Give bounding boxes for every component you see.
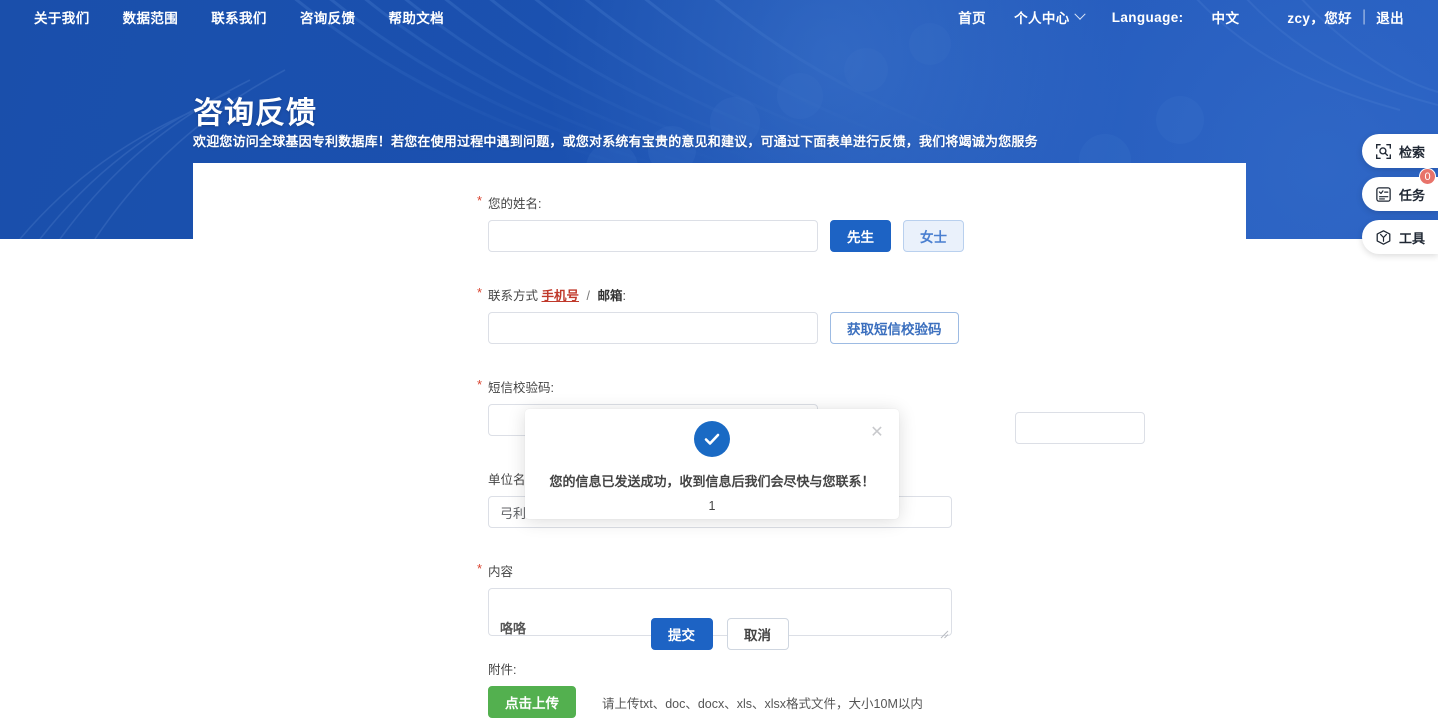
- contact-label-colon: :: [622, 289, 625, 303]
- nav-left-group: 关于我们 数据范围 联系我们 咨询反馈 帮助文档: [34, 7, 444, 27]
- contact-row: 获取短信校验码: [488, 312, 1088, 344]
- language-label: Language:: [1112, 10, 1184, 25]
- nav-divider: |: [1362, 8, 1366, 26]
- name-label: 您的姓名:: [488, 193, 1088, 212]
- name-input[interactable]: [488, 220, 818, 252]
- contact-tab-phone[interactable]: 手机号: [542, 289, 580, 303]
- nav-item-contact[interactable]: 联系我们: [211, 7, 267, 27]
- top-navigation: 关于我们 数据范围 联系我们 咨询反馈 帮助文档 首页 个人中心 Languag…: [0, 0, 1438, 34]
- nav-item-about[interactable]: 关于我们: [34, 7, 90, 27]
- logout-button[interactable]: 退出: [1376, 7, 1404, 27]
- cancel-button[interactable]: 取消: [727, 618, 789, 650]
- nav-right-group: 首页 个人中心 Language: 中文 zcy，您好 | 退出: [930, 7, 1404, 27]
- search-scan-icon: [1375, 143, 1392, 160]
- company-secondary-input[interactable]: [1015, 412, 1145, 444]
- task-list-icon: [1375, 186, 1392, 203]
- get-sms-code-button[interactable]: 获取短信校验码: [830, 312, 959, 344]
- modal-sub-text: 1: [525, 499, 899, 513]
- task-badge: 0: [1419, 168, 1436, 185]
- field-name: 您的姓名: 先生 女士: [488, 193, 1088, 252]
- attachment-row: 点击上传 请上传txt、doc、docx、xls、xlsx格式文件，大小10M以…: [488, 686, 1088, 718]
- spacer: [488, 528, 1088, 561]
- modal-message: 您的信息已发送成功，收到信息后我们会尽快与您联系！: [525, 471, 899, 490]
- floating-toolbar: 检索 0 任务 工具: [1352, 134, 1438, 254]
- float-label-tools: 工具: [1399, 228, 1425, 247]
- success-check-icon: [694, 421, 730, 457]
- gender-ms-button[interactable]: 女士: [903, 220, 964, 252]
- name-row: 先生 女士: [488, 220, 1088, 252]
- float-button-task[interactable]: 0 任务: [1362, 177, 1438, 211]
- user-center-label: 个人中心: [1014, 7, 1070, 27]
- gender-mr-button[interactable]: 先生: [830, 220, 891, 252]
- content-label: 内容: [488, 561, 1088, 580]
- page-subtitle: 欢迎您访问全球基因专利数据库！若您在使用过程中遇到问题，或您对系统有宝贵的意见和…: [193, 131, 1038, 150]
- success-modal: ✕ 您的信息已发送成功，收到信息后我们会尽快与您联系！ 1: [525, 409, 899, 519]
- field-contact: 联系方式 手机号 / 邮箱: 获取短信校验码: [488, 285, 1088, 344]
- page-title: 咨询反馈: [193, 88, 317, 132]
- float-label-search: 检索: [1399, 142, 1425, 161]
- contact-label: 联系方式 手机号 / 邮箱:: [488, 285, 1088, 304]
- contact-input[interactable]: [488, 312, 818, 344]
- chevron-down-icon: [1074, 9, 1085, 20]
- upload-button[interactable]: 点击上传: [488, 686, 576, 718]
- spacer: [488, 252, 1088, 285]
- submit-button[interactable]: 提交: [651, 618, 713, 650]
- page-root: 关于我们 数据范围 联系我们 咨询反馈 帮助文档 首页 个人中心 Languag…: [0, 0, 1438, 718]
- user-greeting: zcy，您好: [1287, 7, 1352, 27]
- contact-label-slash: /: [587, 289, 590, 303]
- check-glyph: [701, 428, 723, 450]
- nav-item-user-center[interactable]: 个人中心: [1014, 7, 1084, 27]
- close-icon[interactable]: ✕: [869, 425, 885, 441]
- spacer: [488, 344, 1088, 377]
- nav-item-help[interactable]: 帮助文档: [388, 7, 444, 27]
- float-label-task: 任务: [1399, 185, 1425, 204]
- contact-label-prefix: 联系方式: [488, 289, 538, 303]
- contact-tab-email[interactable]: 邮箱: [597, 289, 622, 303]
- nav-item-data-scope[interactable]: 数据范围: [123, 7, 179, 27]
- float-button-search[interactable]: 检索: [1362, 134, 1438, 168]
- nav-item-feedback[interactable]: 咨询反馈: [300, 7, 356, 27]
- attachment-hint: 请上传txt、doc、docx、xls、xlsx格式文件，大小10M以内: [602, 693, 923, 712]
- language-value[interactable]: 中文: [1212, 7, 1240, 27]
- sms-code-label: 短信校验码:: [488, 377, 1088, 396]
- float-button-tools[interactable]: 工具: [1362, 220, 1438, 254]
- nav-item-home[interactable]: 首页: [958, 7, 986, 27]
- field-attachment: 附件: 点击上传 请上传txt、doc、docx、xls、xlsx格式文件，大小…: [488, 659, 1088, 718]
- form-actions: 提交 取消: [193, 618, 1246, 650]
- tool-cube-icon: [1375, 229, 1392, 246]
- attachment-label: 附件:: [488, 659, 1088, 678]
